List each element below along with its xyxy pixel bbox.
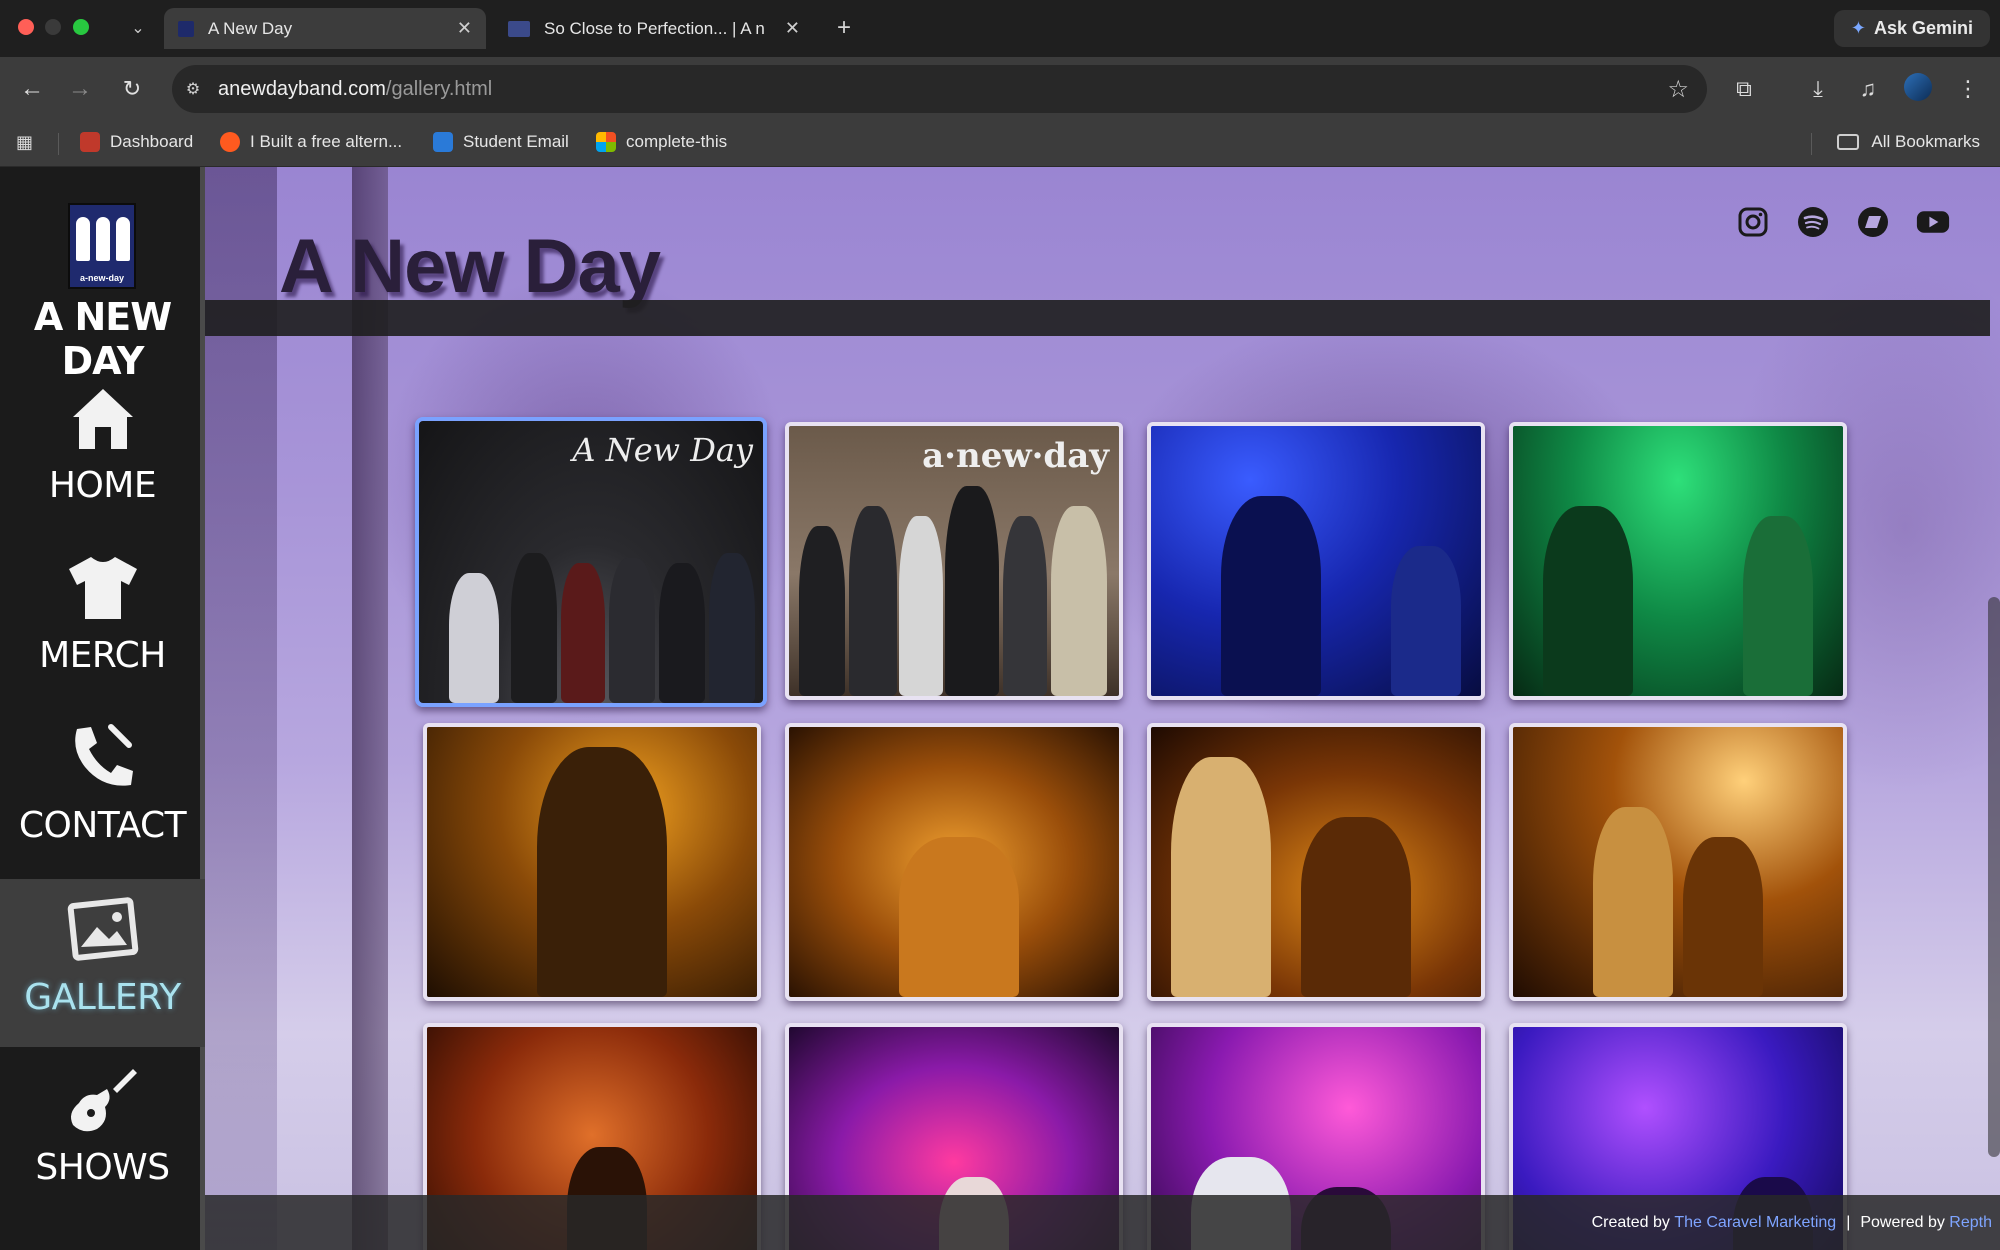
instagram-icon[interactable]	[1736, 205, 1770, 239]
more-menu-icon[interactable]: ⋮	[1952, 73, 1984, 105]
photo-watermark: a·new·day	[922, 436, 1109, 476]
tab-title: So Close to Perfection... | A n	[544, 18, 765, 38]
gemini-sparkle-icon: ✦	[1850, 18, 1867, 38]
nav-home[interactable]: HOME	[0, 367, 205, 535]
bookmark-label: I Built a free altern...	[250, 132, 403, 151]
footer-platform-link[interactable]: Repth	[1949, 1214, 1992, 1232]
nav-contact[interactable]: CONTACT	[0, 707, 205, 875]
nav-label: SHOWS	[35, 1147, 170, 1188]
gallery-photo[interactable]	[423, 723, 761, 1001]
dashboard-favicon-icon	[80, 132, 100, 152]
url-text[interactable]: anewdayband.com/gallery.html	[218, 78, 492, 101]
reload-icon[interactable]: ↻	[116, 73, 148, 105]
footer-divider: |	[1846, 1213, 1851, 1231]
address-bar[interactable]: ⚙ anewdayband.com/gallery.html ☆	[172, 65, 1707, 113]
band-favicon-icon	[178, 20, 194, 37]
bookmark-complete-this[interactable]: complete-this	[596, 132, 727, 152]
site-footer: Created by The Caravel Marketing | Power…	[205, 1195, 2000, 1250]
nav-shows[interactable]: SHOWS	[0, 1049, 205, 1217]
bookmark-reddit[interactable]: I Built a free altern...	[220, 132, 402, 152]
gallery-photo[interactable]	[1509, 422, 1847, 700]
back-arrow-icon[interactable]: ←	[16, 73, 48, 105]
all-bookmarks-label: All Bookmarks	[1871, 132, 1980, 151]
nav-merch[interactable]: MERCH	[0, 537, 205, 705]
all-bookmarks-button[interactable]: All Bookmarks	[1837, 132, 1980, 152]
bandcamp-icon[interactable]	[1856, 205, 1890, 239]
tab-title: A New Day	[208, 18, 293, 38]
bookmarks-divider	[1811, 133, 1812, 155]
tshirt-icon	[68, 557, 137, 619]
guitar-icon	[70, 1069, 137, 1132]
ask-gemini-button[interactable]: ✦ Ask Gemini	[1834, 10, 1990, 47]
forward-arrow-icon[interactable]: →	[64, 73, 96, 105]
folder-icon	[1837, 134, 1860, 150]
gallery-photo[interactable]: A New Day	[415, 417, 767, 707]
gallery-photo[interactable]: a·new·day	[785, 422, 1123, 700]
profile-avatar[interactable]	[1904, 73, 1932, 101]
logo-figures	[76, 217, 130, 265]
bookmark-label: Dashboard	[110, 132, 194, 151]
youtube-icon[interactable]	[1916, 205, 1950, 239]
extensions-puzzle-icon[interactable]: ⧉	[1728, 73, 1760, 105]
photo-watermark: A New Day	[572, 431, 753, 469]
tab-a-new-day[interactable]: A New Day ✕	[164, 8, 486, 49]
bookmark-student-email[interactable]: Student Email	[433, 132, 569, 152]
download-icon[interactable]: ⤓	[1802, 73, 1834, 105]
gallery-photo[interactable]	[1147, 422, 1485, 700]
new-tab-plus-icon[interactable]: +	[830, 14, 858, 42]
email-favicon-icon	[433, 132, 453, 152]
gallery-photo[interactable]	[1147, 723, 1485, 1001]
bookmark-label: Student Email	[463, 132, 569, 151]
nav-label: MERCH	[39, 635, 166, 676]
nav-label: HOME	[48, 465, 157, 506]
footer-created-by: Created by	[1591, 1213, 1670, 1231]
footer-powered-by: Powered by	[1860, 1213, 1945, 1231]
ask-gemini-label: Ask Gemini	[1874, 18, 1974, 38]
gallery-photo[interactable]	[785, 723, 1123, 1001]
band-logo[interactable]: a-new-day	[68, 203, 136, 289]
album-favicon-icon	[508, 20, 530, 37]
site-sidebar-nav: a-new-day A NEW DAY HOME MERCH CONTACT G…	[0, 167, 205, 1250]
microsoft-favicon-icon	[596, 132, 616, 152]
media-controls-icon[interactable]: ♫	[1852, 73, 1884, 105]
tab-search-chevron-icon[interactable]: ⌄	[124, 14, 152, 42]
tab-strip: ⌄ A New Day ✕ So Close to Perfection... …	[0, 0, 2000, 57]
minimize-window-button[interactable]	[45, 19, 61, 35]
home-icon	[72, 389, 133, 449]
tab-so-close-to-perfection[interactable]: So Close to Perfection... | A n ✕	[494, 8, 814, 49]
nav-label: CONTACT	[18, 805, 187, 846]
phone-icon	[74, 724, 133, 786]
bookmarks-bar: ▦ Dashboard I Built a free altern... Stu…	[0, 121, 2000, 167]
bookmark-label: complete-this	[626, 132, 728, 151]
close-window-button[interactable]	[18, 19, 34, 35]
bookmarks-divider	[58, 133, 59, 155]
picture-icon	[67, 897, 138, 961]
page-viewport: a-new-day A NEW DAY HOME MERCH CONTACT G…	[0, 167, 2000, 1250]
nav-gallery[interactable]: GALLERY	[0, 879, 205, 1047]
close-tab-icon[interactable]: ✕	[785, 18, 800, 39]
page-title: A New Day	[279, 224, 661, 309]
title-underline-bar	[205, 300, 1990, 336]
close-tab-icon[interactable]: ✕	[457, 18, 472, 39]
page-scrollbar[interactable]	[1988, 597, 2000, 1157]
browser-window: ⌄ A New Day ✕ So Close to Perfection... …	[0, 0, 2000, 1250]
footer-creator-link[interactable]: The Caravel Marketing	[1674, 1214, 1836, 1232]
gallery-photo[interactable]	[1509, 723, 1847, 1001]
maximize-window-button[interactable]	[73, 19, 89, 35]
spotify-icon[interactable]	[1796, 205, 1830, 239]
bookmark-star-icon[interactable]: ☆	[1667, 75, 1689, 104]
reddit-favicon-icon	[220, 132, 240, 152]
browser-toolbar: ← → ↻ ⚙ anewdayband.com/gallery.html ☆ ⧉…	[0, 57, 2000, 121]
bookmark-dashboard[interactable]: Dashboard	[80, 132, 193, 152]
nav-label: GALLERY	[24, 977, 181, 1018]
logo-caption: a-new-day	[79, 273, 124, 283]
site-info-icon[interactable]: ⚙	[182, 78, 204, 100]
social-links	[1736, 205, 1950, 239]
apps-grid-icon[interactable]: ▦	[16, 132, 38, 154]
